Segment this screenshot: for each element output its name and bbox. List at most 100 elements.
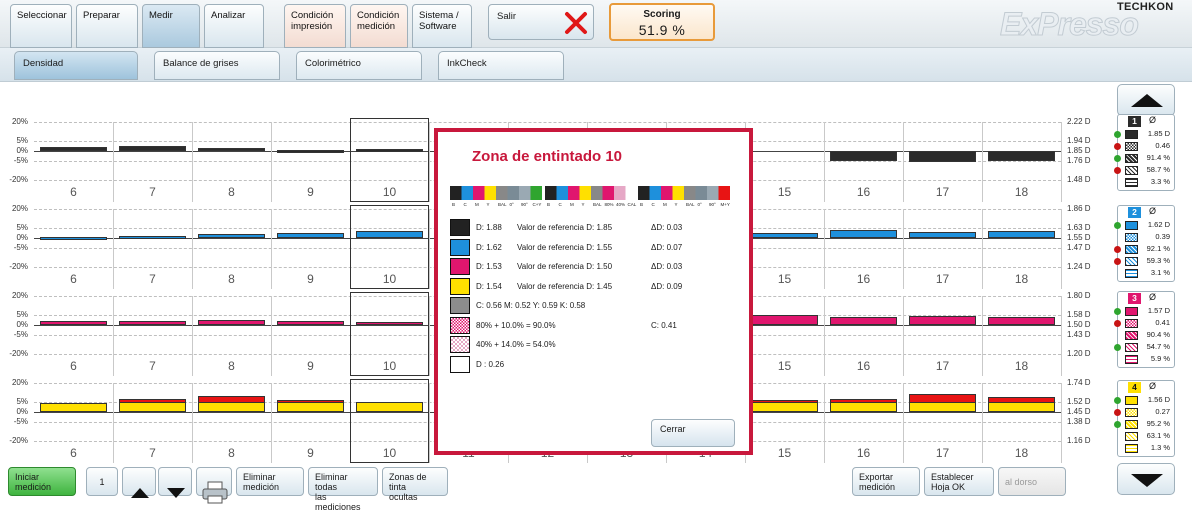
status-dot	[1114, 344, 1121, 351]
legend-swatch	[1125, 396, 1138, 405]
subtab-balance-grises[interactable]: Balance de grises	[154, 51, 280, 80]
ink-legend-4[interactable]: 4 Ø 1.56 D 0.27 95.2 % 63.1 % 1.3 %	[1114, 380, 1175, 457]
zone-bar[interactable]	[830, 317, 897, 325]
tab-seleccionar[interactable]: Seleccionar	[10, 4, 72, 48]
zone-bar[interactable]	[356, 231, 423, 238]
print-button[interactable]	[196, 467, 232, 504]
zone-bar[interactable]	[277, 150, 344, 153]
delete-measurement-button[interactable]: Eliminar medición	[236, 467, 304, 496]
zone-number: 8	[228, 359, 235, 373]
strip-patch	[507, 186, 519, 200]
subtab-inkcheck[interactable]: InkCheck	[438, 51, 564, 80]
zone-number: 16	[856, 185, 871, 199]
selected-zone-frame[interactable]	[350, 118, 429, 202]
zone-bar[interactable]	[988, 317, 1055, 325]
average-symbol: Ø	[1149, 206, 1157, 216]
density-row: 40% + 14.0% = 54.0%	[450, 336, 740, 354]
zone-bar[interactable]	[356, 402, 423, 412]
zone-bar[interactable]	[830, 151, 897, 161]
legend-row: 3.1 %	[1118, 267, 1174, 279]
strip-patch-label: C+Y	[532, 202, 542, 207]
legend-value: 58.7 %	[1146, 165, 1170, 174]
legend-number: 4	[1128, 382, 1141, 393]
density-axis-label: 1.47 D	[1067, 243, 1091, 252]
zone-bar[interactable]	[277, 321, 344, 325]
export-measurement-button[interactable]: Exportar medición	[852, 467, 920, 496]
zone-bar[interactable]	[40, 403, 107, 412]
scoring-panel[interactable]: Scoring 51.9 %	[609, 3, 715, 41]
zone-separator	[1061, 383, 1062, 463]
close-dialog-button[interactable]: Cerrar	[651, 419, 735, 447]
strip-patch-label: 40%	[616, 202, 626, 207]
tab-analizar[interactable]: Analizar	[204, 4, 264, 48]
zone-bar[interactable]	[198, 234, 265, 238]
zone-number: 6	[70, 272, 77, 286]
strip-patch	[718, 186, 730, 200]
tab-medir[interactable]: Medir	[142, 4, 200, 48]
zone-bar[interactable]	[119, 236, 186, 239]
ink-legend-3[interactable]: 3 Ø 1.57 D 0.41 90.4 % 54.7 % 5.9 %	[1114, 291, 1175, 368]
average-symbol: Ø	[1149, 115, 1157, 125]
subtab-densidad[interactable]: Densidad	[14, 51, 138, 80]
zone-bar[interactable]	[909, 316, 976, 325]
zone-bar[interactable]	[356, 149, 423, 152]
delete-all-button[interactable]: Eliminar todas las mediciones	[308, 467, 378, 512]
sheet-counter[interactable]: 1	[86, 467, 118, 496]
zone-bar[interactable]	[356, 322, 423, 325]
set-ok-sheet-button[interactable]: Establecer Hoja OK	[924, 467, 994, 496]
tab-condicion-medicion[interactable]: Condición medición	[350, 4, 408, 48]
close-dialog-label: Cerrar	[660, 424, 686, 434]
zone-bar[interactable]	[40, 321, 107, 325]
zone-bar[interactable]	[751, 233, 818, 238]
ink-legend-1[interactable]: 1 Ø 1.85 D 0.46 91.4 % 58.7 % 3.3 %	[1114, 114, 1175, 191]
legend-header: 1Ø	[1118, 115, 1174, 128]
zone-bar[interactable]	[909, 151, 976, 162]
zone-bar[interactable]	[119, 321, 186, 325]
strip-patch-label: 0°	[697, 202, 702, 207]
selected-zone-frame[interactable]	[350, 205, 429, 289]
zone-bar[interactable]	[277, 233, 344, 238]
counter-up-button[interactable]	[122, 467, 156, 498]
legend-value: 1.3 %	[1150, 443, 1170, 452]
density-row: D: 1.54 Valor de referencia D: 1.45 ΔD: 0.…	[450, 277, 740, 296]
counter-down-button[interactable]	[158, 467, 192, 498]
zone-bar[interactable]	[40, 147, 107, 151]
zone-number: 7	[149, 185, 156, 199]
legend-swatch	[1125, 178, 1138, 187]
legend-value: 63.1 %	[1146, 431, 1170, 440]
selected-zone-frame[interactable]	[350, 292, 429, 376]
zone-bar[interactable]	[988, 231, 1055, 238]
subtab-colorimetrico[interactable]: Colorimétrico	[296, 51, 422, 80]
ink-legend-2[interactable]: 2 Ø 1.62 D 0.39 92.1 % 59.3 % 3.1 %	[1114, 205, 1175, 282]
back-side-button[interactable]: al dorso	[998, 467, 1066, 496]
legend-swatch	[1125, 142, 1138, 151]
zone-bar[interactable]	[198, 148, 265, 151]
scroll-up-button[interactable]	[1117, 84, 1175, 116]
zone-number: 15	[777, 272, 792, 286]
tab-sistema-software[interactable]: Sistema / Software	[412, 4, 472, 48]
zone-bar[interactable]	[40, 237, 107, 240]
zone-bar[interactable]	[119, 146, 186, 151]
hidden-zones-button[interactable]: Zonas de tinta ocultas	[382, 467, 448, 502]
tab-condicion-impresion[interactable]: Condición impresión	[284, 4, 346, 48]
scroll-down-button[interactable]	[1117, 463, 1175, 495]
triangle-down-icon	[167, 488, 185, 498]
selected-zone-frame[interactable]	[350, 379, 429, 463]
zone-bar[interactable]	[830, 230, 897, 238]
density-value: D: 1.62	[476, 242, 502, 252]
zone-bar[interactable]	[198, 320, 265, 325]
strip-patch-label: B	[640, 202, 644, 207]
density-row: D : 0.26	[450, 355, 740, 374]
zone-number: 18	[1014, 272, 1029, 286]
tab-preparar[interactable]: Preparar	[76, 4, 138, 48]
zone-bar[interactable]	[988, 151, 1055, 161]
zone-bar[interactable]	[909, 232, 976, 238]
legend-row: 59.3 %	[1114, 255, 1174, 267]
density-swatch	[450, 316, 470, 334]
zone-bar[interactable]	[751, 315, 818, 325]
zone-number: 8	[228, 185, 235, 199]
density-swatch	[450, 297, 470, 314]
y-axis-label: -20%	[9, 349, 28, 358]
start-measurement-button[interactable]: Iniciar medición	[8, 467, 76, 496]
legend-value: 1.56 D	[1147, 395, 1170, 404]
